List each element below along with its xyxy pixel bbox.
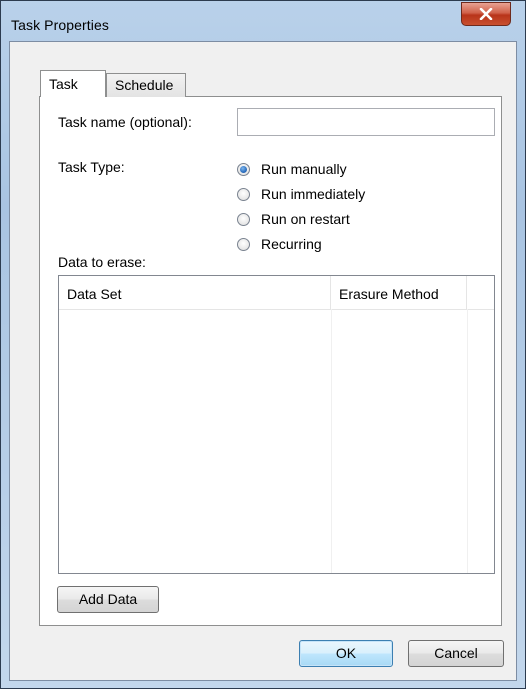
task-tab-panel: Task name (optional): Task Type: Run man… — [39, 96, 502, 626]
radio-run-manually[interactable]: Run manually — [237, 159, 347, 179]
radio-recurring[interactable]: Recurring — [237, 234, 322, 254]
radio-run-immediately[interactable]: Run immediately — [237, 184, 365, 204]
radio-label-recurring: Recurring — [261, 236, 322, 252]
column-divider — [467, 309, 468, 573]
data-to-erase-label: Data to erase: — [58, 254, 146, 270]
radio-label-run-manually: Run manually — [261, 161, 347, 177]
data-list[interactable]: Data Set Erasure Method — [58, 275, 495, 574]
tab-task[interactable]: Task — [40, 70, 106, 97]
window-title: Task Properties — [11, 17, 109, 33]
task-name-input[interactable] — [237, 108, 495, 136]
radio-label-run-immediately: Run immediately — [261, 186, 366, 202]
radio-button[interactable] — [237, 212, 250, 226]
close-icon — [479, 8, 493, 20]
column-header-filler — [467, 276, 494, 309]
close-button[interactable] — [461, 2, 511, 26]
radio-button[interactable] — [237, 187, 250, 201]
radio-button-checked[interactable] — [237, 162, 250, 176]
task-type-label: Task Type: — [58, 159, 125, 175]
title-bar[interactable]: Task Properties — [1, 1, 525, 41]
list-header: Data Set Erasure Method — [59, 276, 494, 310]
column-header-erasure-method[interactable]: Erasure Method — [331, 276, 467, 309]
task-name-label: Task name (optional): — [58, 114, 192, 130]
radio-run-on-restart[interactable]: Run on restart — [237, 209, 350, 229]
radio-button[interactable] — [237, 237, 250, 251]
add-data-button[interactable]: Add Data — [57, 586, 159, 613]
column-header-data-set[interactable]: Data Set — [59, 276, 331, 309]
task-properties-window: Task Properties Task Schedule Task name … — [0, 0, 526, 689]
dialog-body: Task Schedule Task name (optional): Task… — [9, 41, 517, 681]
tab-schedule[interactable]: Schedule — [106, 73, 186, 97]
radio-label-run-on-restart: Run on restart — [261, 211, 350, 227]
cancel-button[interactable]: Cancel — [408, 640, 504, 667]
ok-button[interactable]: OK — [299, 640, 393, 667]
column-divider — [331, 309, 332, 573]
